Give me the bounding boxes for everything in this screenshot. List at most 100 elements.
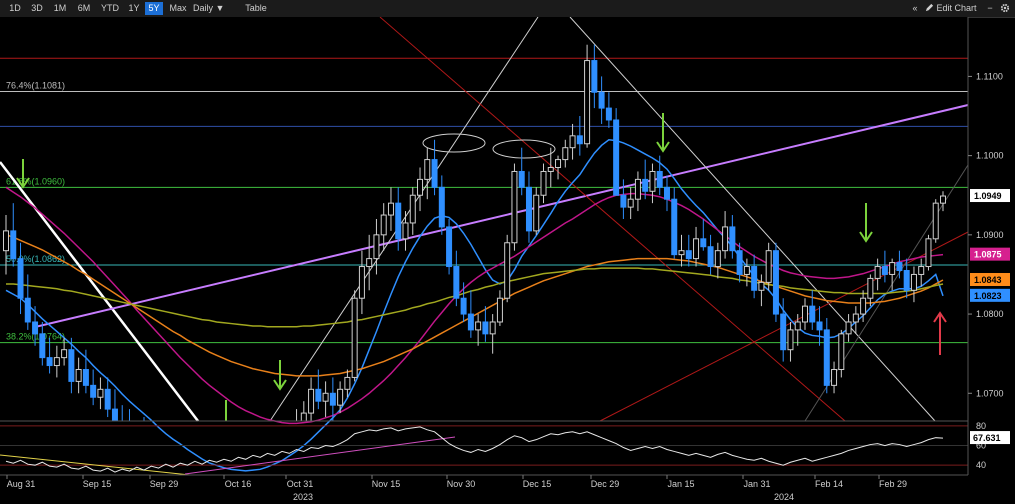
candle-body [569, 135, 576, 149]
range-ytd-button[interactable]: YTD [98, 2, 122, 15]
time-tick-label: Feb 29 [879, 479, 907, 489]
main-panel-bg [0, 17, 968, 421]
candle-body [308, 388, 315, 414]
candle-body [438, 186, 445, 228]
time-year-label: 2024 [774, 492, 794, 502]
candle-body [475, 321, 482, 331]
candle-body [881, 266, 888, 275]
value-tags: 1.0949 1.0875 1.0843 1.0823 [970, 189, 1010, 302]
candle-body [373, 234, 380, 260]
price-tick-label: 1.0900 [976, 230, 1004, 240]
value-tag-label: 1.0823 [974, 291, 1002, 301]
time-tick-label: Aug 31 [7, 479, 36, 489]
candle-body [90, 384, 97, 398]
candle-body [765, 250, 772, 283]
candle-body [315, 388, 322, 402]
time-tick-label: Sep 15 [83, 479, 112, 489]
candle-body [758, 281, 765, 291]
time-year-label: 2023 [293, 492, 313, 502]
candle-body [53, 357, 60, 367]
candle-body [780, 313, 787, 351]
candle-body [649, 170, 656, 192]
gear-icon[interactable] [999, 2, 1011, 15]
candle-body [576, 135, 583, 145]
edit-chart-label: Edit Chart [936, 3, 977, 13]
time-tick-label: Nov 30 [447, 479, 476, 489]
candle-body [17, 258, 24, 299]
candle-body [940, 195, 946, 204]
candle-body [446, 226, 453, 268]
candle-body [75, 369, 82, 382]
range-1m-button[interactable]: 1M [50, 2, 70, 15]
candle-body [809, 305, 816, 323]
collapse-icon[interactable]: « [910, 2, 920, 15]
price-tick-label: 1.0800 [976, 309, 1004, 319]
value-tag-label: 1.0875 [974, 250, 1002, 260]
candle-body [838, 333, 845, 371]
candle-body [634, 178, 641, 200]
oscillator-axis: 80604067.631 [970, 421, 1010, 470]
candle-body [620, 194, 627, 208]
candle-body [831, 369, 838, 386]
value-tag-label: 1.0843 [974, 275, 1002, 285]
fib-level-label: 76.4%(1.1081) [6, 80, 65, 90]
oscillator-tick-label: 80 [976, 421, 986, 431]
candle-body [852, 313, 859, 323]
candle-body [845, 321, 852, 335]
candle-body [489, 321, 496, 335]
candle-body [736, 250, 743, 275]
candle-body [678, 250, 685, 256]
oscillator-panel [0, 425, 968, 476]
candle-body [460, 297, 467, 315]
candle-body [387, 202, 394, 216]
time-tick-label: Dec 29 [591, 479, 620, 489]
candle-body [511, 170, 518, 244]
candle-body [613, 119, 620, 196]
edit-chart-button[interactable]: Edit Chart [925, 2, 981, 15]
range-max-button[interactable]: Max [167, 2, 189, 15]
oscillator-grid [0, 425, 968, 466]
candle-body [671, 198, 678, 256]
candle-body [46, 357, 53, 367]
period-select[interactable]: Daily ▼ [193, 2, 233, 15]
candle-body [533, 194, 540, 232]
candle-body [823, 329, 830, 386]
candle-body [627, 198, 634, 208]
value-tag-label: 1.0949 [974, 191, 1002, 201]
candle-body [555, 159, 562, 169]
period-label: Daily [193, 3, 214, 13]
time-axis: Aug 31 Sep 15 Sep 29 Oct 16 Oct 31 Nov 15 Nov … [0, 474, 968, 502]
candle-body [482, 321, 489, 335]
candle-body [918, 266, 925, 275]
oscillator-value-tag-label: 67.631 [973, 433, 1001, 443]
chevron-down-icon: ▼ [215, 3, 225, 13]
table-button[interactable]: Table [242, 2, 270, 15]
candle-body [889, 262, 896, 275]
candle-body [366, 258, 373, 268]
candle-body [431, 159, 438, 188]
minimize-icon[interactable]: − [985, 2, 995, 15]
candle-body [787, 329, 794, 351]
price-tick-label: 1.0700 [976, 388, 1004, 398]
candle-body [61, 349, 68, 359]
candle-body [104, 388, 111, 410]
range-1y-button[interactable]: 1Y [126, 2, 142, 15]
candle-body [598, 91, 605, 109]
range-1d-button[interactable]: 1D [6, 2, 24, 15]
time-tick-label: Oct 31 [287, 479, 314, 489]
price-tick-label: 1.1000 [976, 151, 1004, 161]
candle-body [743, 266, 750, 275]
range-6m-button[interactable]: 6M [74, 2, 94, 15]
candle-body [642, 178, 649, 192]
candle-body [700, 238, 707, 248]
candle-body [860, 297, 867, 315]
candle-body [417, 178, 424, 196]
candle-body [3, 230, 9, 252]
candle-body [562, 147, 569, 161]
candle-body [722, 226, 729, 252]
range-3d-button[interactable]: 3D [28, 2, 46, 15]
candle-body [663, 186, 670, 200]
candle-body [68, 349, 75, 382]
candle-body [82, 369, 89, 386]
range-5y-button[interactable]: 5Y [145, 2, 163, 15]
